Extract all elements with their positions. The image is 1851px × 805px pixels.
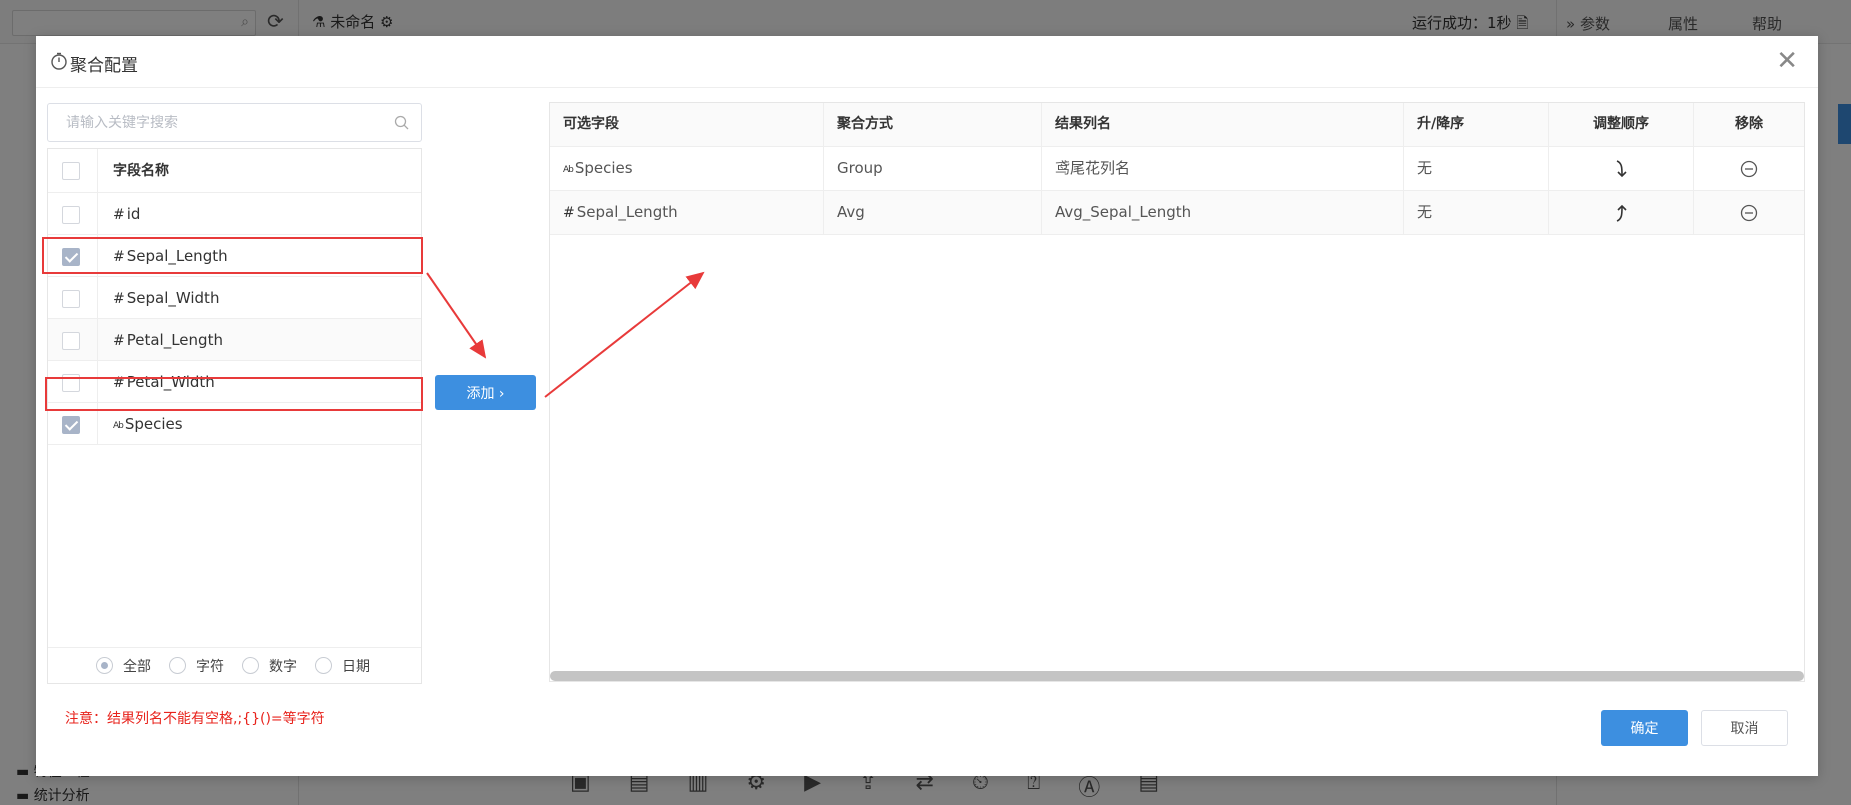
sort-order[interactable]: 无 [1404,147,1549,190]
cancel-button[interactable]: 取消 [1701,710,1788,746]
agg-method[interactable]: Avg [824,191,1042,234]
result-column-name[interactable]: Avg_Sepal_Length [1042,191,1404,234]
table-header: 可选字段 聚合方式 结果列名 升/降序 调整顺序 移除 [550,103,1804,147]
column-header: 移除 [1735,116,1763,132]
move-down-icon[interactable] [1613,159,1629,179]
field-name-header: 字段名称 [113,163,169,179]
remove-icon[interactable] [1740,160,1758,178]
dialog-title: 聚合配置 [70,56,138,76]
field-search-input[interactable] [48,104,378,141]
filter-date-radio[interactable]: 日期 [315,656,370,676]
filter-all-radio[interactable]: 全部 [96,656,151,676]
select-all-checkbox[interactable] [62,162,80,180]
highlight-box [45,377,423,411]
field-row-petal-length[interactable]: # Petal_Length [48,319,421,361]
type-filter: 全部 字符 数字 日期 [48,647,421,683]
filter-number-radio[interactable]: 数字 [242,656,297,676]
horizontal-scrollbar[interactable] [550,671,1804,681]
add-button[interactable]: 添加 › [435,375,536,410]
number-type-icon: # [563,205,575,221]
table-row: # Sepal_Length Avg Avg_Sepal_Length 无 [550,191,1804,235]
column-header: 聚合方式 [824,103,1042,146]
field-list-header: 字段名称 [48,149,421,193]
field-search [47,103,422,142]
sort-order[interactable]: 无 [1404,191,1549,234]
number-type-icon: # [113,333,125,349]
number-type-icon: # [113,291,125,307]
field-checkbox[interactable] [62,290,80,308]
field-checkbox[interactable] [62,332,80,350]
close-icon[interactable]: ✕ [1776,46,1798,76]
column-header: 结果列名 [1042,103,1404,146]
string-type-icon: Ab [113,421,124,431]
aggregate-config-dialog: 聚合配置 ✕ 字段名称 #id #Sepal_Length #Sepal_Wid… [36,36,1818,776]
result-column-name[interactable]: 鸢尾花列名 [1042,147,1404,190]
field-list: 字段名称 # id # Sepal_Length # Sepal_Width # Pet… [47,148,422,684]
remove-icon[interactable] [1740,204,1758,222]
field-checkbox[interactable] [62,416,80,434]
column-header: 可选字段 [550,103,824,146]
agg-method[interactable]: Group [824,147,1042,190]
dialog-header: 聚合配置 ✕ [36,36,1818,88]
column-header: 升/降序 [1404,103,1549,146]
move-up-icon[interactable] [1613,203,1629,223]
warning-note: 注意：结果列名不能有空格,;{}()=等字符 [65,711,325,727]
field-row-sepal-width[interactable]: # Sepal_Width [48,277,421,319]
timer-icon [51,52,67,70]
string-type-icon: Ab [563,165,574,175]
search-icon[interactable] [394,115,409,130]
field-row-id[interactable]: # id [48,193,421,235]
confirm-button[interactable]: 确定 [1601,710,1688,746]
column-header: 调整顺序 [1549,103,1694,146]
aggregation-table: 可选字段 聚合方式 结果列名 升/降序 调整顺序 移除 Ab Species Gr… [549,102,1805,682]
highlight-box [42,237,423,274]
table-row: Ab Species Group 鸢尾花列名 无 [550,147,1804,191]
filter-string-radio[interactable]: 字符 [169,656,224,676]
number-type-icon: # [113,207,125,223]
field-checkbox[interactable] [62,206,80,224]
annotation-arrow [426,272,487,359]
